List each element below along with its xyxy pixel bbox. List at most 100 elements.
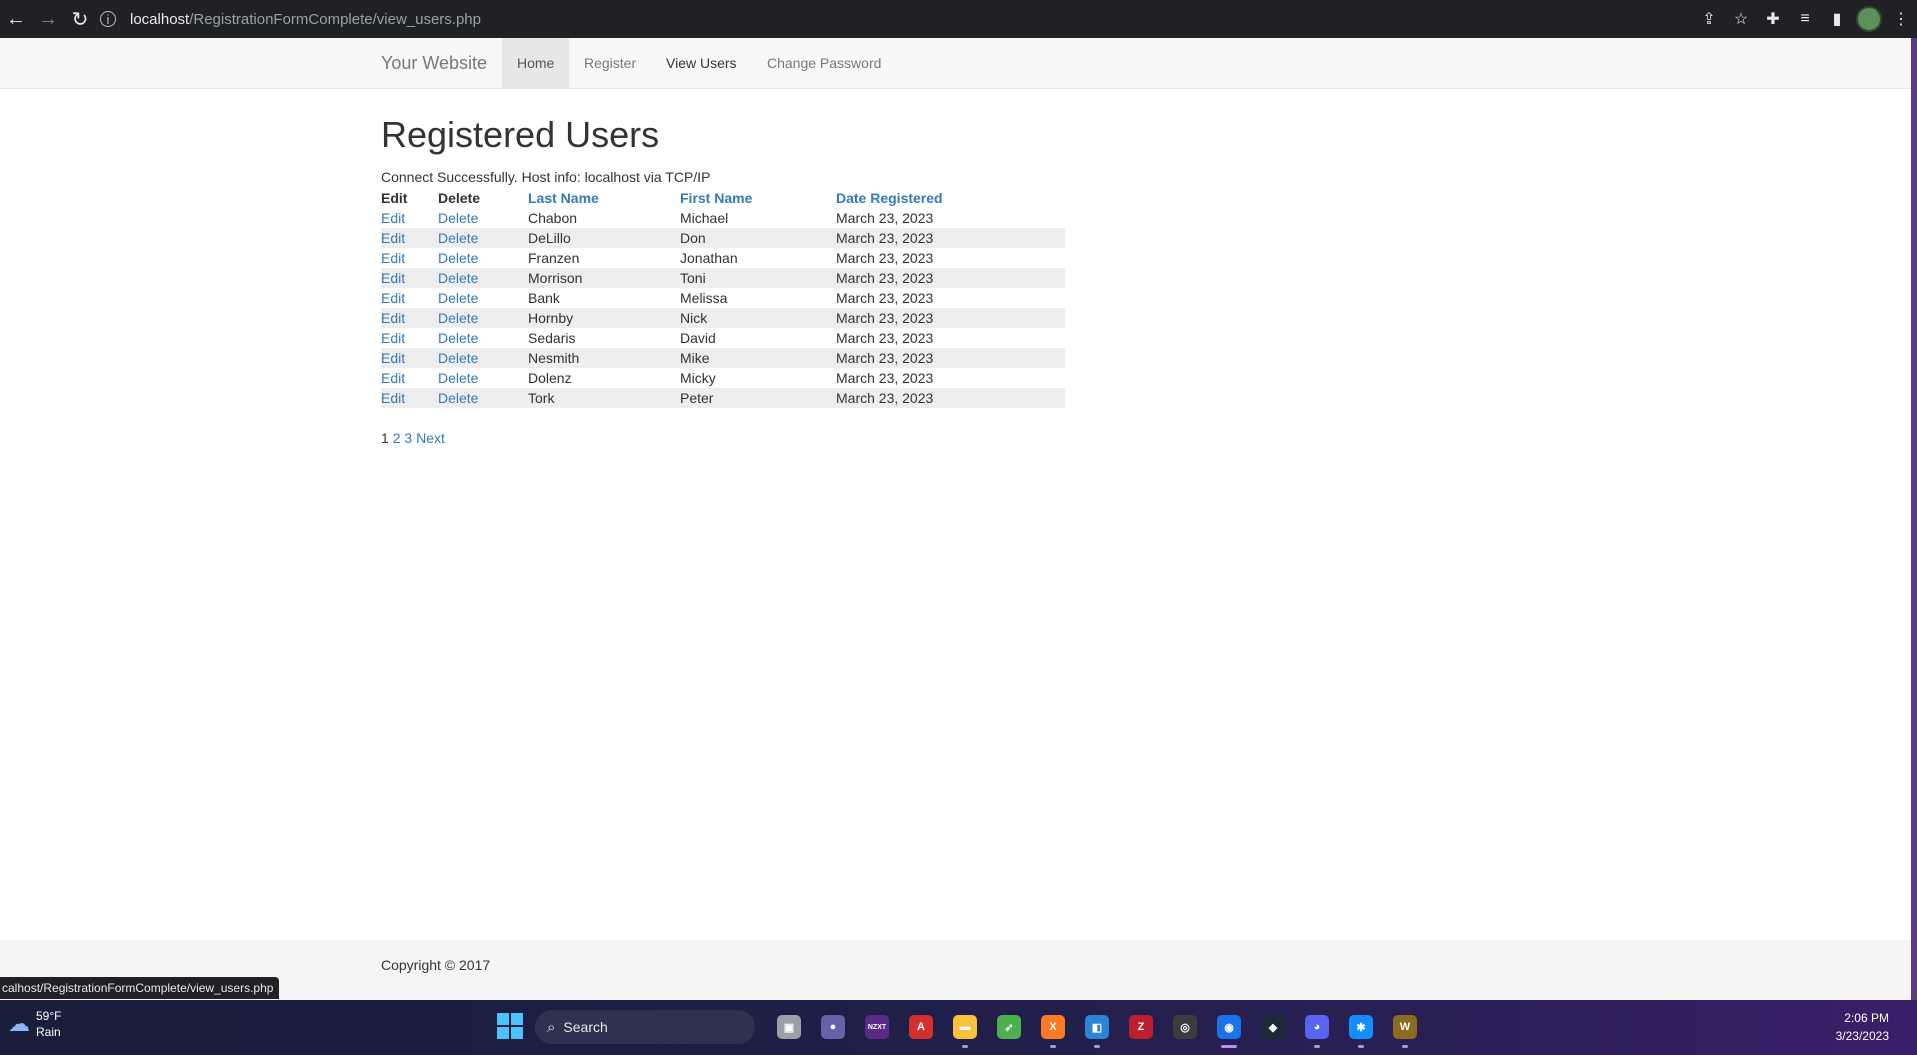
windows-start-icon[interactable] — [497, 1013, 523, 1039]
media-controls-icon[interactable]: ≡ — [1789, 0, 1821, 38]
side-panel-icon[interactable]: ▮ — [1821, 0, 1853, 38]
share-icon[interactable]: ⇪ — [1693, 0, 1725, 38]
taskbar-app[interactable]: ➶ — [987, 1009, 1031, 1045]
avatar — [1856, 6, 1882, 32]
sort-last-name[interactable]: Last Name — [528, 188, 680, 208]
last-name-cell: Dolenz — [528, 370, 572, 386]
taskbar-app[interactable]: ◕ — [1295, 1009, 1339, 1048]
extensions-icon[interactable]: ✚ — [1757, 0, 1789, 38]
table-row: Edit Delete Tork Peter March 23, 2023 — [381, 388, 1065, 408]
delete-link[interactable]: Delete — [438, 208, 528, 228]
edit-link[interactable]: Edit — [381, 288, 438, 308]
last-name-cell: Bank — [528, 290, 560, 306]
acrobat-icon: A — [909, 1015, 933, 1039]
header-delete: Delete — [438, 190, 481, 206]
delete-link[interactable]: Delete — [438, 388, 528, 408]
address-bar[interactable]: i localhost/RegistrationFormComplete/vie… — [100, 4, 1680, 34]
edit-link[interactable]: Edit — [381, 208, 438, 228]
delete-link[interactable]: Delete — [438, 348, 528, 368]
filezilla-icon: Z — [1129, 1015, 1153, 1039]
delete-link[interactable]: Delete — [438, 308, 528, 328]
taskbar-app[interactable]: A — [899, 1009, 943, 1045]
link-status-bubble: calhost/RegistrationFormComplete/view_us… — [0, 977, 280, 999]
steam-icon: ◆ — [1261, 1015, 1285, 1039]
first-name-cell: David — [680, 330, 716, 346]
delete-link[interactable]: Delete — [438, 268, 528, 288]
running-indicator — [1221, 1045, 1237, 1048]
taskbar-app[interactable]: ◆ — [1251, 1009, 1295, 1045]
brand-link[interactable]: Your Website — [381, 38, 487, 88]
forward-icon[interactable]: → — [32, 0, 64, 38]
edit-link[interactable]: Edit — [381, 308, 438, 328]
last-name-cell: Franzen — [528, 250, 580, 266]
taskbar-app[interactable]: X — [1031, 1009, 1075, 1048]
pagination: 1 2 3 Next — [381, 430, 445, 446]
taskbar-app[interactable]: ✱ — [1339, 1009, 1383, 1048]
reload-icon[interactable]: ↻ — [64, 0, 96, 38]
table-row: Edit Delete Franzen Jonathan March 23, 2023 — [381, 248, 1065, 268]
first-name-cell: Micky — [680, 370, 716, 386]
edit-link[interactable]: Edit — [381, 368, 438, 388]
chrome-icon: ◉ — [1217, 1015, 1241, 1039]
header-edit: Edit — [381, 190, 408, 206]
delete-link[interactable]: Delete — [438, 228, 528, 248]
edit-link[interactable]: Edit — [381, 228, 438, 248]
back-icon[interactable]: ← — [0, 0, 32, 38]
profile-avatar[interactable] — [1853, 0, 1885, 38]
taskbar-app[interactable]: ◧ — [1075, 1009, 1119, 1048]
site-footer: Copyright © 2017 — [0, 940, 1911, 1000]
first-name-cell: Mike — [680, 348, 836, 368]
taskbar-app[interactable]: ◉ — [1207, 1009, 1251, 1048]
weather-condition: Rain — [36, 1025, 61, 1039]
taskbar-app[interactable]: NZXT — [855, 1009, 899, 1045]
file-explorer-icon: ▬ — [953, 1015, 977, 1039]
system-clock[interactable]: 2:06 PM 3/23/2023 — [1836, 1009, 1889, 1045]
nav-change-password[interactable]: Change Password — [752, 38, 896, 88]
taskbar-app[interactable]: ◎ — [1163, 1009, 1207, 1045]
taskbar-search-label: Search — [563, 1019, 608, 1035]
edit-link[interactable]: Edit — [381, 328, 438, 348]
first-name-cell: Jonathan — [680, 250, 738, 266]
running-indicator — [1094, 1045, 1100, 1048]
table-row: Edit Delete Bank Melissa March 23, 2023 — [381, 288, 1065, 308]
page-link-3[interactable]: 3 — [404, 430, 412, 446]
nav-home[interactable]: Home — [502, 38, 570, 88]
page-title: Registered Users — [381, 114, 660, 155]
teams-icon: ● — [821, 1015, 845, 1039]
hummingbird-icon: ➶ — [997, 1015, 1021, 1039]
edit-link[interactable]: Edit — [381, 388, 438, 408]
edit-link[interactable]: Edit — [381, 248, 438, 268]
nav-view-users[interactable]: View Users — [651, 38, 752, 88]
last-name-cell: Hornby — [528, 308, 680, 328]
date-registered-cell: March 23, 2023 — [836, 348, 1065, 368]
table-header-row: Edit Delete Last Name First Name Date Re… — [381, 188, 1065, 208]
taskbar-app[interactable]: Z — [1119, 1009, 1163, 1045]
edit-link[interactable]: Edit — [381, 268, 438, 288]
delete-link[interactable]: Delete — [438, 368, 528, 388]
edit-link[interactable]: Edit — [381, 348, 438, 368]
windows-taskbar: ☁ 59°F Rain ⌕ Search ▣ ● NZXT A ▬ ➶ X ◧ Z ◎ ◉ ◆ ◕ ✱ W … — [0, 1000, 1917, 1055]
weather-widget[interactable]: ☁ 59°F Rain — [8, 1008, 61, 1040]
delete-link[interactable]: Delete — [438, 248, 528, 268]
last-name-cell: Morrison — [528, 268, 680, 288]
taskbar-app[interactable]: ▬ — [943, 1009, 987, 1048]
date-registered-cell: March 23, 2023 — [836, 228, 1065, 248]
window-edge — [1911, 38, 1917, 1000]
sort-first-name[interactable]: First Name — [680, 188, 836, 208]
bookmark-star-icon[interactable]: ☆ — [1725, 0, 1757, 38]
delete-link[interactable]: Delete — [438, 328, 528, 348]
page-link-2[interactable]: 2 — [393, 430, 401, 446]
site-navbar: Your Website Home Register View Users Ch… — [0, 38, 1911, 89]
sort-date-registered[interactable]: Date Registered — [836, 188, 1065, 208]
site-info-icon[interactable]: i — [100, 11, 116, 27]
taskbar-app[interactable]: ▣ — [767, 1009, 811, 1045]
last-name-cell: Tork — [528, 388, 680, 408]
nav-register[interactable]: Register — [569, 38, 651, 88]
taskbar-search[interactable]: ⌕ Search — [535, 1010, 755, 1044]
taskbar-app[interactable]: ● — [811, 1009, 855, 1045]
page-next[interactable]: Next — [416, 430, 445, 446]
delete-link[interactable]: Delete — [438, 288, 528, 308]
table-row: Edit Delete Hornby Nick March 23, 2023 — [381, 308, 1065, 328]
taskbar-app[interactable]: W — [1383, 1009, 1427, 1048]
more-menu-icon[interactable]: ⋮ — [1885, 0, 1917, 38]
